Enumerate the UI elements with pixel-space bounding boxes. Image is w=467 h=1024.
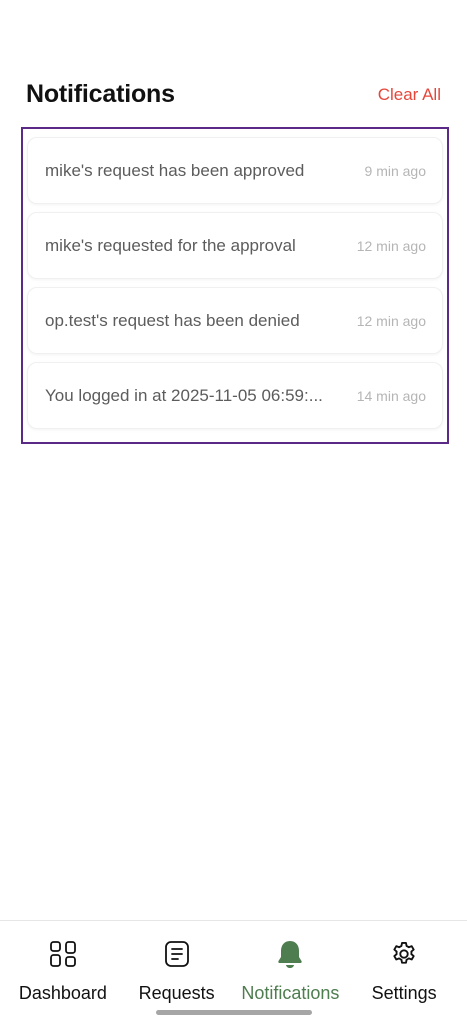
gear-icon (389, 939, 419, 969)
notification-item[interactable]: You logged in at 2025-11-05 06:59:... 14… (27, 362, 443, 429)
header: Notifications Clear All (26, 80, 441, 109)
document-icon (162, 939, 192, 969)
bell-icon (275, 939, 305, 969)
notifications-screen: Notifications Clear All mike's request h… (0, 0, 467, 1024)
page-title: Notifications (26, 80, 175, 108)
notification-message: mike's requested for the approval (45, 235, 296, 255)
notification-list: mike's request has been approved 9 min a… (27, 137, 443, 429)
grid-icon (48, 939, 78, 969)
tab-notifications[interactable]: Notifications (234, 921, 348, 1024)
notification-time: 9 min ago (364, 162, 426, 179)
tab-label: Notifications (241, 983, 340, 1003)
notification-message: You logged in at 2025-11-05 06:59:... (45, 385, 323, 405)
tab-settings[interactable]: Settings (347, 921, 461, 1024)
tab-dashboard[interactable]: Dashboard (6, 921, 120, 1024)
notification-time: 12 min ago (356, 312, 426, 329)
tab-label: Dashboard (18, 983, 107, 1003)
notification-list-frame: mike's request has been approved 9 min a… (21, 127, 449, 444)
notification-time: 12 min ago (356, 237, 426, 254)
tab-label: Requests (138, 983, 215, 1003)
bottom-tab-bar: Dashboard Requests Notifications Setting… (0, 920, 467, 1024)
notification-item[interactable]: mike's request has been approved 9 min a… (27, 137, 443, 204)
clear-all-button[interactable]: Clear All (378, 85, 441, 105)
notification-message: mike's request has been approved (45, 160, 305, 180)
notification-item[interactable]: op.test's request has been denied 12 min… (27, 287, 443, 354)
notification-time: 14 min ago (356, 387, 426, 404)
notification-item[interactable]: mike's requested for the approval 12 min… (27, 212, 443, 279)
tab-label: Settings (371, 983, 437, 1003)
tab-requests[interactable]: Requests (120, 921, 234, 1024)
notification-message: op.test's request has been denied (45, 310, 300, 330)
home-indicator (155, 1010, 312, 1015)
